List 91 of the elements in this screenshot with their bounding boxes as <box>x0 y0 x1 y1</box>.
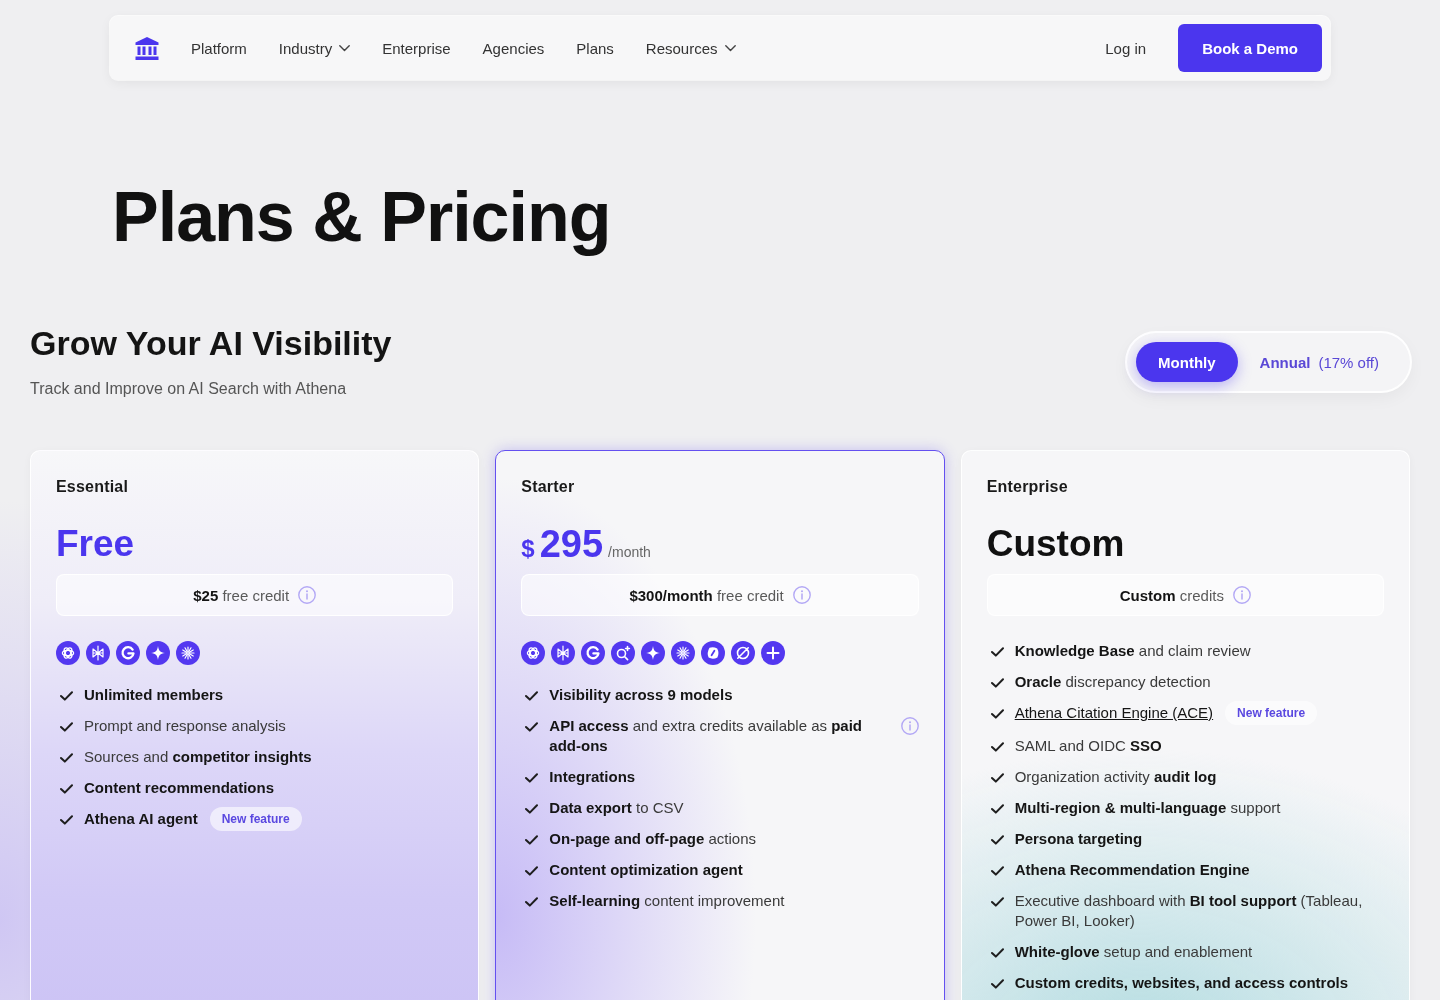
feature-link[interactable]: Athena Citation Engine (ACE) <box>1014 703 1214 723</box>
feature-text: Executive dashboard with BI tool support (Tableau, Power BI, Looker) <box>1014 891 1364 931</box>
new-feature-tag: New feature <box>1225 701 1318 725</box>
info-icon[interactable] <box>1232 586 1251 604</box>
nav-link[interactable]: Plans <box>576 39 614 57</box>
feature-text: Organization activity audit log <box>1014 767 1217 787</box>
feature-text: On-page and off-page actions <box>549 829 757 849</box>
section-title: Grow Your AI Visibility <box>30 323 392 363</box>
check-icon <box>990 948 1004 958</box>
credit-text: Custom credits <box>1119 586 1224 604</box>
check-icon <box>990 866 1004 876</box>
feature-text: Multi-region & multi-language support <box>1014 798 1281 818</box>
info-icon[interactable] <box>900 717 919 735</box>
price-period: /month <box>608 544 651 560</box>
check-icon <box>525 866 539 876</box>
check-icon <box>990 804 1004 814</box>
check-icon <box>990 835 1004 845</box>
price-text: Free <box>56 522 135 566</box>
starburst-icon <box>671 641 696 665</box>
feature-text: Persona targeting <box>1014 829 1143 849</box>
landmark-icon[interactable] <box>135 36 159 60</box>
price-amount: 295 <box>539 522 604 566</box>
credit-text: $25 free credit <box>193 586 290 604</box>
check-icon <box>60 815 73 825</box>
section-subtitle: Track and Improve on AI Search with Athena <box>30 379 348 399</box>
book-demo-button[interactable]: Book a Demo <box>1178 24 1322 72</box>
feature-text: Unlimited members <box>84 685 224 705</box>
check-icon <box>990 773 1004 783</box>
info-icon[interactable] <box>792 586 811 604</box>
check-icon <box>525 691 539 701</box>
feature-text: Content recommendations <box>84 778 275 798</box>
billing-option[interactable]: Annual (17% off) <box>1237 342 1401 382</box>
check-icon <box>990 678 1004 688</box>
feature-text: Custom credits, websites, and access controls <box>1014 973 1349 993</box>
g-mark-icon <box>581 641 606 665</box>
lattice-icon <box>551 641 576 665</box>
check-icon <box>990 709 1004 719</box>
feature-text: Oracle discrepancy detection <box>1014 672 1211 692</box>
magnifier-sparkle-icon <box>611 641 636 665</box>
price-text: Custom <box>986 522 1125 566</box>
feature-text: Athena AI agent <box>84 809 198 829</box>
check-icon <box>990 647 1004 657</box>
chevron-down-icon <box>724 44 736 52</box>
feature-text: Data export to CSV <box>549 798 684 818</box>
nav-link[interactable]: Platform <box>191 39 247 57</box>
nav-link[interactable]: Industry <box>278 39 351 57</box>
credit-text: $300/month free credit <box>629 586 784 604</box>
nav-link[interactable]: Enterprise <box>382 39 451 57</box>
new-feature-tag: New feature <box>209 807 302 831</box>
info-icon[interactable] <box>298 586 317 604</box>
feature-text: API access and extra credits available as paid add-ons <box>549 716 864 756</box>
plan-name: Essential <box>56 477 130 497</box>
nav-link[interactable]: Agencies <box>482 39 545 57</box>
billing-option[interactable]: Monthly <box>1136 342 1238 382</box>
feature-text: White-glove setup and enablement <box>1014 942 1253 962</box>
feature-text: Sources and competitor insights <box>84 747 312 767</box>
check-icon <box>525 804 539 814</box>
knot-icon <box>56 641 80 665</box>
check-icon <box>990 742 1004 752</box>
plan-name: Starter <box>521 477 576 497</box>
page-title: Plans & Pricing <box>111 179 612 255</box>
feature-text: SAML and OIDC SSO <box>1014 736 1162 756</box>
check-icon <box>525 722 539 732</box>
knot-icon <box>521 641 546 665</box>
lattice-icon <box>86 641 110 665</box>
blob-icon <box>701 641 726 665</box>
check-icon <box>60 691 73 701</box>
feature-text: Prompt and response analysis <box>84 716 286 736</box>
check-icon <box>525 773 539 783</box>
starburst-icon <box>176 641 200 665</box>
nav-link[interactable]: Resources <box>645 39 736 57</box>
plan-name: Enterprise <box>986 477 1069 497</box>
check-icon <box>60 784 73 794</box>
chevron-down-icon <box>339 44 351 52</box>
currency-symbol: $ <box>521 535 535 563</box>
check-icon <box>990 979 1004 989</box>
plus-icon <box>761 641 786 665</box>
feature-text: Content optimization agent <box>549 860 743 880</box>
check-icon <box>990 897 1004 907</box>
check-icon <box>60 722 73 732</box>
g-mark-icon <box>116 641 140 665</box>
feature-text: Self-learning content improvement <box>549 891 785 911</box>
feature-text: Integrations <box>549 767 636 787</box>
feature-text: Visibility across 9 models <box>549 685 733 705</box>
check-icon <box>525 835 539 845</box>
check-icon <box>525 897 539 907</box>
feature-text: Knowledge Base and claim review <box>1014 641 1251 661</box>
slashed-circle-icon <box>731 641 756 665</box>
feature-text: Athena Recommendation Engine <box>1014 860 1250 880</box>
check-icon <box>60 753 73 763</box>
login-link[interactable]: Log in <box>1105 39 1147 57</box>
